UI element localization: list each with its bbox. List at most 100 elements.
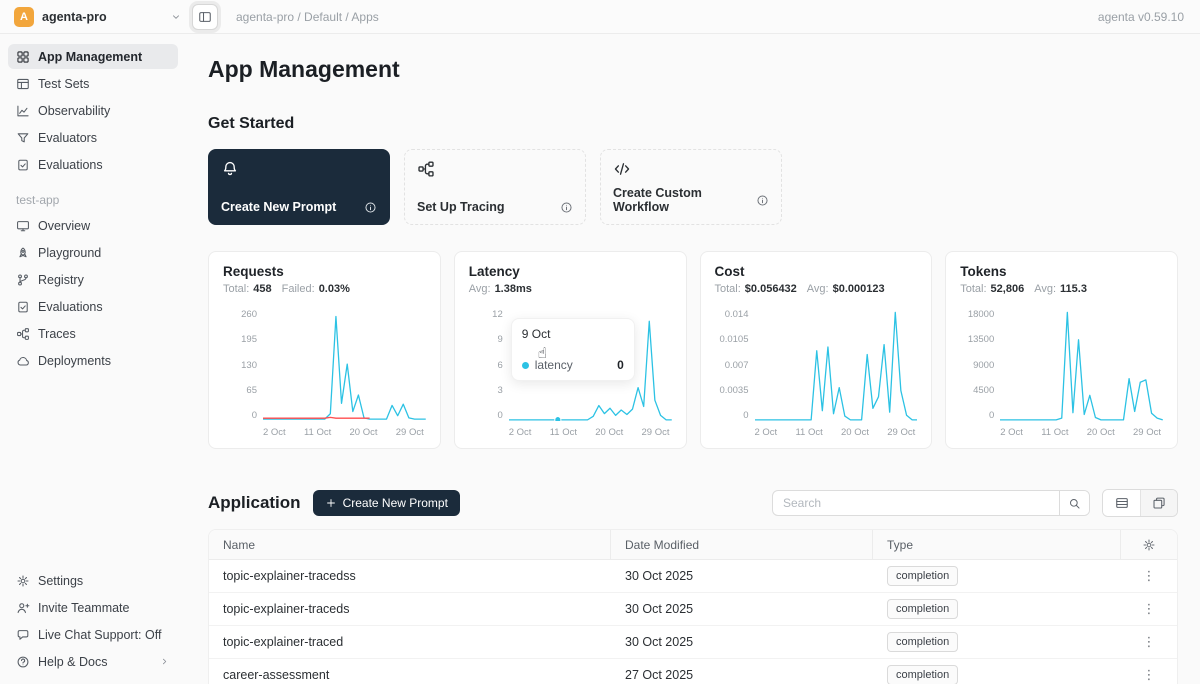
sidebar-item-app-management[interactable]: App Management: [8, 44, 178, 69]
table-row[interactable]: career-assessment27 Oct 2025completion⋮: [209, 659, 1177, 684]
chart-requests[interactable]: [263, 309, 426, 421]
info-icon[interactable]: [364, 201, 377, 214]
stat-value: 1.38ms: [495, 283, 532, 295]
table-row[interactable]: topic-explainer-traceds30 Oct 2025comple…: [209, 593, 1177, 626]
row-menu-button[interactable]: ⋮: [1135, 566, 1164, 586]
sidebar-item-overview[interactable]: Overview: [8, 213, 178, 238]
type-badge: completion: [887, 632, 958, 652]
y-tick-label: 0: [743, 410, 748, 421]
app-name-cell[interactable]: topic-explainer-traceds: [209, 602, 611, 616]
table-settings-button[interactable]: [1142, 538, 1156, 552]
sidebar-main-nav: App ManagementTest SetsObservability Eval…: [8, 44, 178, 177]
table-view-icon: [1115, 496, 1129, 510]
row-menu-button[interactable]: ⋮: [1135, 599, 1164, 619]
sidebar: App ManagementTest SetsObservability Eval…: [0, 34, 186, 684]
column-header-date-modified[interactable]: Date Modified: [611, 530, 873, 559]
stat-value: 115.3: [1060, 283, 1087, 295]
workspace-selector[interactable]: A agenta-pro: [14, 7, 182, 27]
stat-label: Avg:: [807, 283, 829, 295]
sidebar-item-label: Registry: [38, 273, 84, 287]
app-name-cell[interactable]: topic-explainer-tracedss: [209, 569, 611, 583]
chart-cost[interactable]: [755, 309, 918, 421]
create-new-prompt-button[interactable]: Create New Prompt: [313, 490, 460, 516]
row-menu-button[interactable]: ⋮: [1135, 632, 1164, 652]
sidebar-item-traces[interactable]: Traces: [8, 321, 178, 346]
stat-pair: Avg:1.38ms: [469, 283, 532, 295]
sidebar-item-test-sets[interactable]: Test Sets: [8, 71, 178, 96]
type-badge: completion: [887, 599, 958, 619]
sidebar-toggle-button[interactable]: [192, 4, 218, 30]
card-label: Create Custom Workflow: [613, 186, 756, 214]
x-tick-label: 29 Oct: [1133, 427, 1161, 438]
tree-icon: [16, 327, 30, 341]
search-icon: [1068, 497, 1081, 510]
table-row[interactable]: topic-explainer-traced30 Oct 2025complet…: [209, 626, 1177, 659]
sidebar-item-invite-teammate[interactable]: Invite Teammate: [8, 595, 178, 620]
column-header-settings: [1121, 530, 1177, 559]
page-title: App Management: [208, 56, 1178, 83]
sidebar-item-help-docs[interactable]: Help & Docs: [8, 649, 178, 674]
chart-tokens[interactable]: [1000, 309, 1163, 421]
info-icon[interactable]: [560, 201, 573, 214]
tree-icon: [417, 160, 573, 178]
tooltip-value: 0: [617, 358, 624, 372]
app-name-cell[interactable]: career-assessment: [209, 668, 611, 682]
row-menu-button[interactable]: ⋮: [1135, 665, 1164, 684]
search-button[interactable]: [1059, 491, 1089, 515]
sidebar-item-evaluations[interactable]: Evaluations: [8, 294, 178, 319]
bell-icon: [221, 160, 377, 178]
sidebar-item-deployments[interactable]: Deployments: [8, 348, 178, 373]
y-tick-label: 130: [241, 360, 257, 371]
plus-icon: [325, 497, 337, 509]
info-icon[interactable]: [756, 194, 769, 207]
chat-icon: [16, 628, 30, 642]
chart-x-axis: 2 Oct11 Oct20 Oct29 Oct: [1000, 427, 1161, 438]
get-started-heading: Get Started: [208, 115, 1178, 133]
sidebar-item-settings[interactable]: Settings: [8, 568, 178, 593]
x-tick-label: 11 Oct: [1041, 427, 1068, 438]
column-header-type[interactable]: Type: [873, 530, 1121, 559]
stat-pair: Failed:0.03%: [282, 283, 350, 295]
sidebar-item-live-chat-support-off[interactable]: Live Chat Support: Off: [8, 622, 178, 647]
breadcrumb[interactable]: agenta-pro / Default / Apps: [236, 10, 379, 24]
table-view-button[interactable]: [1103, 490, 1140, 516]
x-tick-label: 20 Oct: [349, 427, 377, 438]
sidebar-footer-nav: SettingsInvite TeammateLive Chat Support…: [8, 568, 178, 674]
tooltip-date: 9 Oct: [522, 327, 624, 341]
stat-pair: Avg: $0.000123: [807, 283, 885, 295]
sidebar-item-registry[interactable]: Registry: [8, 267, 178, 292]
get-started-card-create-custom-workflow[interactable]: Create Custom Workflow: [600, 149, 782, 225]
sidebar-app-nav: Overview Playground Registry EvaluationsTra…: [8, 213, 178, 373]
clipboard-check-icon: [16, 158, 30, 172]
sidebar-item-label: Playground: [38, 246, 101, 260]
sidebar-item-evaluations[interactable]: Evaluations: [8, 152, 178, 177]
chart-y-axis: 260195130650: [223, 309, 263, 421]
code-icon: [613, 160, 769, 178]
row-menu-cell: ⋮: [1121, 566, 1177, 586]
get-started-card-set-up-tracing[interactable]: Set Up Tracing: [404, 149, 586, 225]
stat-value: $0.000123: [833, 283, 885, 295]
search-input[interactable]: [773, 491, 1059, 515]
sidebar-item-evaluators[interactable]: Evaluators: [8, 125, 178, 150]
type-cell: completion: [873, 599, 1121, 619]
y-tick-label: 4500: [973, 385, 994, 396]
stat-label: Total:: [960, 283, 986, 295]
app-root: A agenta-pro agenta-pro / Default / Apps…: [0, 0, 1200, 684]
stat-card-title: Tokens: [960, 264, 1163, 279]
sidebar-item-observability[interactable]: Observability: [8, 98, 178, 123]
table-row[interactable]: topic-explainer-tracedss30 Oct 2025compl…: [209, 560, 1177, 593]
column-header-name[interactable]: Name: [209, 530, 611, 559]
table-body: topic-explainer-tracedss30 Oct 2025compl…: [209, 560, 1177, 684]
sidebar-item-label: Evaluators: [38, 131, 97, 145]
type-cell: completion: [873, 632, 1121, 652]
card-view-button[interactable]: [1140, 490, 1177, 516]
panel-toggle-icon: [198, 10, 212, 24]
x-tick-label: 11 Oct: [304, 427, 331, 438]
sidebar-item-label: Evaluations: [38, 158, 103, 172]
x-tick-label: 2 Oct: [1000, 427, 1023, 438]
x-tick-label: 29 Oct: [641, 427, 669, 438]
app-name-cell[interactable]: topic-explainer-traced: [209, 635, 611, 649]
workspace-avatar: A: [14, 7, 34, 27]
sidebar-item-playground[interactable]: Playground: [8, 240, 178, 265]
get-started-card-create-new-prompt[interactable]: Create New Prompt: [208, 149, 390, 225]
